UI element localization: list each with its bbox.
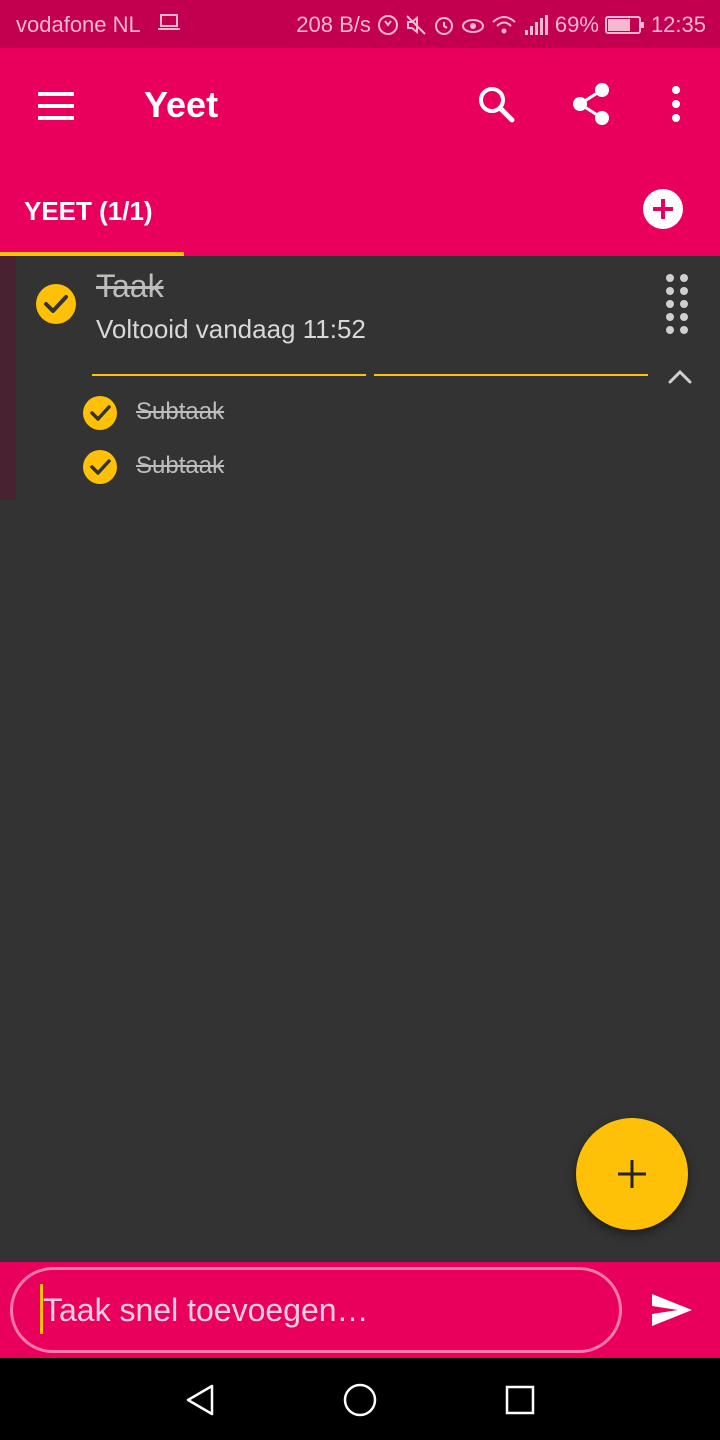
- system-nav-bar: [0, 1358, 720, 1440]
- quick-add-input[interactable]: [10, 1267, 622, 1353]
- task-accent-bar: [0, 256, 16, 500]
- mute-icon: [405, 14, 427, 36]
- quick-add-bar: [0, 1262, 720, 1358]
- search-icon: [479, 87, 515, 123]
- home-icon: [343, 1383, 377, 1417]
- check-circle-icon: [36, 284, 76, 324]
- clock: 12:35: [650, 12, 706, 37]
- check-circle-icon: [83, 450, 117, 484]
- subtask-progress-segment: [92, 374, 366, 376]
- nav-back-button[interactable]: [180, 1380, 220, 1420]
- tab-yeet[interactable]: YEET (1/1): [0, 168, 184, 256]
- battery-icon: [604, 15, 645, 35]
- send-icon: [652, 1294, 692, 1326]
- chevron-up-icon: [668, 369, 692, 384]
- tab-label: YEET (1/1): [24, 196, 153, 226]
- menu-button[interactable]: [24, 78, 88, 134]
- back-icon: [186, 1384, 214, 1416]
- nav-recents-button[interactable]: [500, 1380, 540, 1420]
- app-title: Yeet: [144, 84, 219, 125]
- more-vert-icon: [672, 86, 680, 122]
- share-icon: [573, 83, 609, 125]
- more-options-button[interactable]: [660, 78, 692, 130]
- collapse-subtasks-button[interactable]: [664, 362, 696, 390]
- subtask-item[interactable]: Subtaak: [80, 446, 480, 490]
- subtask-item[interactable]: Subtaak: [80, 392, 480, 436]
- carrier-name: vodafone NL: [16, 12, 141, 37]
- data-saver-icon: [377, 14, 399, 36]
- share-button[interactable]: [566, 78, 618, 130]
- add-circle-icon: [643, 189, 683, 229]
- nav-home-button[interactable]: [340, 1380, 380, 1420]
- drag-handle-icon: [666, 274, 688, 334]
- tab-indicator: [0, 252, 184, 256]
- text-caret: [40, 1284, 43, 1334]
- battery-percent: 69%: [554, 12, 599, 37]
- task-checkbox[interactable]: [34, 282, 78, 326]
- net-speed: 208 B/s: [296, 12, 371, 37]
- add-task-fab[interactable]: [576, 1118, 688, 1230]
- send-button[interactable]: [648, 1286, 696, 1334]
- check-circle-icon: [83, 396, 117, 430]
- menu-icon: [38, 92, 74, 120]
- task-completed-time: Voltooid vandaag 11:52: [96, 314, 366, 344]
- task-title[interactable]: Taak: [96, 268, 164, 305]
- search-button[interactable]: [470, 78, 522, 130]
- subtask-progress-segment: [374, 374, 648, 376]
- alarm-icon: [433, 14, 455, 36]
- subtask-checkbox[interactable]: [82, 449, 118, 485]
- subtask-label: Subtaak: [136, 398, 225, 425]
- signal-icon: [523, 14, 549, 36]
- recents-icon: [505, 1385, 535, 1415]
- laptop-icon: [158, 14, 180, 32]
- eye-comfort-icon: [461, 14, 485, 36]
- app-bar: Yeet YEET (1/1): [0, 48, 720, 256]
- subtask-checkbox[interactable]: [82, 395, 118, 431]
- wifi-icon: [491, 14, 517, 36]
- status-bar: vodafone NL 208 B/s 69% 12:35: [0, 0, 720, 48]
- drag-handle[interactable]: [664, 272, 692, 336]
- add-list-button[interactable]: [642, 188, 684, 230]
- subtask-label: Subtaak: [136, 452, 225, 479]
- plus-icon: [618, 1160, 646, 1188]
